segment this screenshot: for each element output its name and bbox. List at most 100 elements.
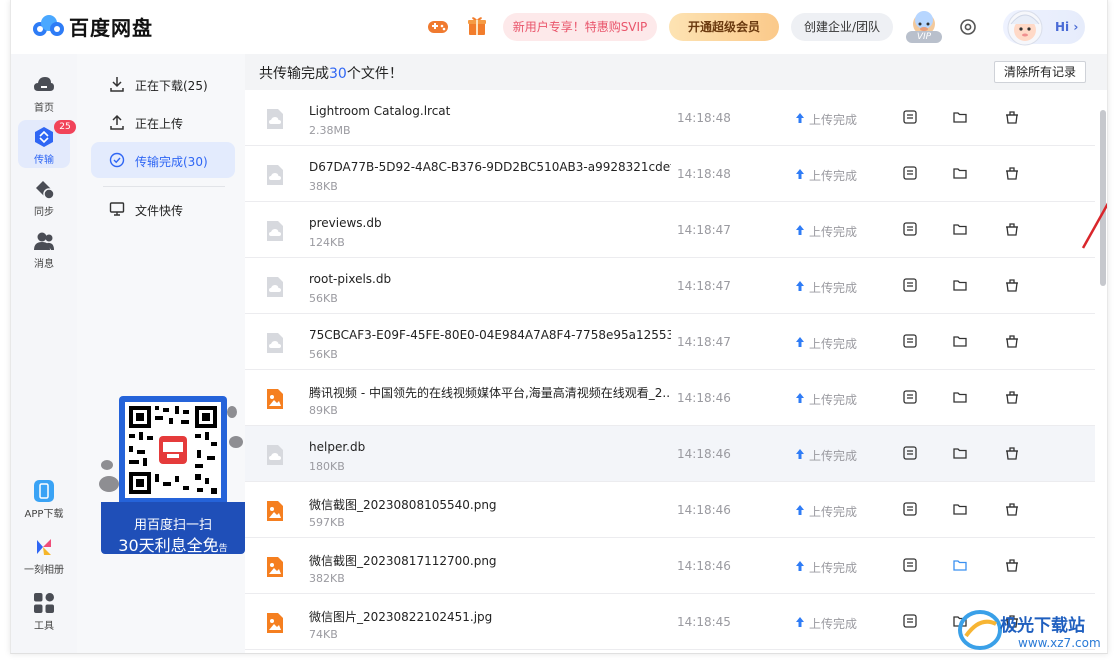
watermark-url: www.xz7.com	[1018, 636, 1101, 650]
open-folder-icon[interactable]	[953, 446, 967, 460]
open-folder-icon[interactable]	[953, 502, 967, 516]
open-folder-icon[interactable]	[953, 166, 967, 180]
sidebar-item-downloading[interactable]: 正在下载(25)	[91, 66, 235, 102]
file-details-icon[interactable]	[903, 334, 917, 348]
upload-arrow-icon	[796, 617, 804, 627]
file-time: 14:18:46	[677, 503, 731, 517]
open-folder-icon[interactable]	[953, 390, 967, 404]
monitor-icon	[109, 202, 125, 216]
open-folder-icon[interactable]	[953, 222, 967, 236]
file-time: 14:18:46	[677, 391, 731, 405]
upload-arrow-icon	[796, 281, 804, 291]
file-row[interactable]: Lightroom Catalog.lrcat 2.38MB 14:18:48 上传完…	[245, 90, 1095, 146]
qr-promo-card[interactable]: 用百度扫一扫 30天利息全免告	[99, 396, 245, 556]
file-size: 124KB	[309, 236, 345, 249]
file-details-icon[interactable]	[903, 502, 917, 516]
cloud-file-icon	[267, 333, 283, 353]
nav-album[interactable]: 一刻相册	[11, 530, 77, 578]
open-folder-icon[interactable]	[953, 278, 967, 292]
file-row[interactable]: helper.db 180KB 14:18:46 上传完成	[245, 426, 1095, 482]
scrollbar-thumb[interactable]	[1100, 110, 1106, 286]
open-folder-icon[interactable]	[953, 110, 967, 124]
nav-message[interactable]: 消息	[11, 224, 77, 272]
decor-stone	[99, 476, 119, 492]
album-icon	[37, 539, 51, 555]
nav-transfer[interactable]: 25 传输	[18, 120, 76, 168]
nav-transfer-label: 传输	[34, 155, 54, 166]
file-details-icon[interactable]	[903, 222, 917, 236]
file-size: 38KB	[309, 180, 338, 193]
delete-record-icon[interactable]	[1005, 390, 1019, 404]
file-size: 597KB	[309, 516, 345, 529]
home-cloud-icon	[34, 77, 54, 91]
file-name: 75CBCAF3-E09F-45FE-80E0-04E984A7A8F4-775…	[309, 328, 671, 342]
nav-tools[interactable]: 工具	[11, 586, 77, 634]
file-row[interactable]: 75CBCAF3-E09F-45FE-80E0-04E984A7A8F4-775…	[245, 314, 1095, 370]
file-name: 微信截图_20230808105540.png	[309, 498, 497, 512]
image-file-icon	[267, 389, 283, 409]
image-file-icon	[267, 501, 283, 521]
file-details-icon[interactable]	[903, 390, 917, 404]
upload-status: 上传完成	[796, 559, 857, 576]
file-details-icon[interactable]	[903, 446, 917, 460]
clear-all-records-button[interactable]: 清除所有记录	[994, 61, 1086, 83]
upload-status: 上传完成	[796, 223, 857, 240]
file-time: 14:18:47	[677, 279, 731, 293]
promo-line-1: 用百度扫一扫	[133, 518, 212, 533]
file-row[interactable]: 腾讯视频 - 中国领先的在线视频媒体平台,海量高清视频在线观看_2... 89KB…	[245, 370, 1095, 426]
gift-icon[interactable]	[467, 15, 487, 37]
delete-record-icon[interactable]	[1005, 334, 1019, 348]
file-row[interactable]: 微信截图_20230817112700.png 382KB 14:18:46 上传完成	[245, 538, 1095, 594]
upload-status: 上传完成	[796, 335, 857, 352]
upload-status: 上传完成	[796, 391, 858, 408]
create-enterprise-button[interactable]: 创建企业/团队	[791, 13, 893, 41]
nav-sync-label: 同步	[34, 207, 54, 218]
user-avatar-icon[interactable]	[1003, 4, 1047, 48]
phone-icon	[34, 480, 54, 502]
file-row[interactable]: previews.db 124KB 14:18:47 上传完成	[245, 202, 1095, 258]
list-scrollbar[interactable]	[1097, 90, 1107, 653]
nav-home[interactable]: 首页	[11, 68, 77, 116]
open-svip-button[interactable]: 开通超级会员	[669, 13, 779, 41]
file-details-icon[interactable]	[903, 558, 917, 572]
file-details-icon[interactable]	[903, 278, 917, 292]
delete-record-icon[interactable]	[1005, 502, 1019, 516]
file-size: 74KB	[309, 628, 338, 641]
delete-record-icon[interactable]	[1005, 278, 1019, 292]
upload-status-label: 上传完成	[809, 449, 858, 463]
sidebar-item-completed[interactable]: 传输完成(30)	[91, 142, 235, 178]
upload-arrow-icon	[796, 561, 804, 571]
file-row[interactable]: root-pixels.db 56KB 14:18:47 上传完成	[245, 258, 1095, 314]
nav-message-label: 消息	[34, 259, 54, 270]
file-time: 14:18:46	[677, 559, 731, 573]
file-details-icon[interactable]	[903, 166, 917, 180]
delete-record-icon[interactable]	[1005, 446, 1019, 460]
nav-sync[interactable]: 同步	[11, 172, 77, 220]
file-details-icon[interactable]	[903, 614, 917, 628]
sidebar-item-uploading[interactable]: 正在上传	[91, 104, 235, 140]
greeting-text[interactable]: Hi ›	[1055, 20, 1078, 34]
svip-promo-pill[interactable]: 新用户专享！特惠购SVIP	[503, 13, 657, 41]
cloud-file-icon	[267, 109, 283, 129]
delete-record-icon[interactable]	[1005, 222, 1019, 236]
nav-app-download[interactable]: APP下载	[11, 474, 77, 522]
file-row[interactable]: 微信截图_20230808105540.png 597KB 14:18:46 上传完成	[245, 482, 1095, 538]
settings-gear-icon[interactable]	[959, 18, 977, 36]
delete-record-icon[interactable]	[1005, 110, 1019, 124]
upload-status-label: 上传完成	[809, 393, 858, 407]
open-folder-icon[interactable]	[953, 334, 967, 348]
delete-record-icon[interactable]	[1005, 166, 1019, 180]
open-folder-icon[interactable]	[953, 558, 967, 572]
sidebar-item-quick-transfer[interactable]: 文件快传	[91, 191, 235, 227]
upload-icon	[110, 114, 124, 130]
file-details-icon[interactable]	[903, 110, 917, 124]
sidebar-item-downloading-label: 正在下载(25)	[135, 79, 208, 93]
file-time: 14:18:45	[677, 615, 731, 629]
top-header: 百度网盘 新用户专享！特惠购SVIP 开通超级会员 创建企业/团队 VIP Hi…	[11, 0, 1107, 54]
file-row[interactable]: D67DA77B-5D92-4A8C-B376-9DD2BC510AB3-a99…	[245, 146, 1095, 202]
game-controller-icon[interactable]	[427, 16, 449, 36]
upload-arrow-icon	[796, 337, 804, 347]
upload-status: 上传完成	[796, 167, 858, 184]
delete-record-icon[interactable]	[1005, 558, 1019, 572]
upload-status-label: 上传完成	[809, 169, 858, 183]
